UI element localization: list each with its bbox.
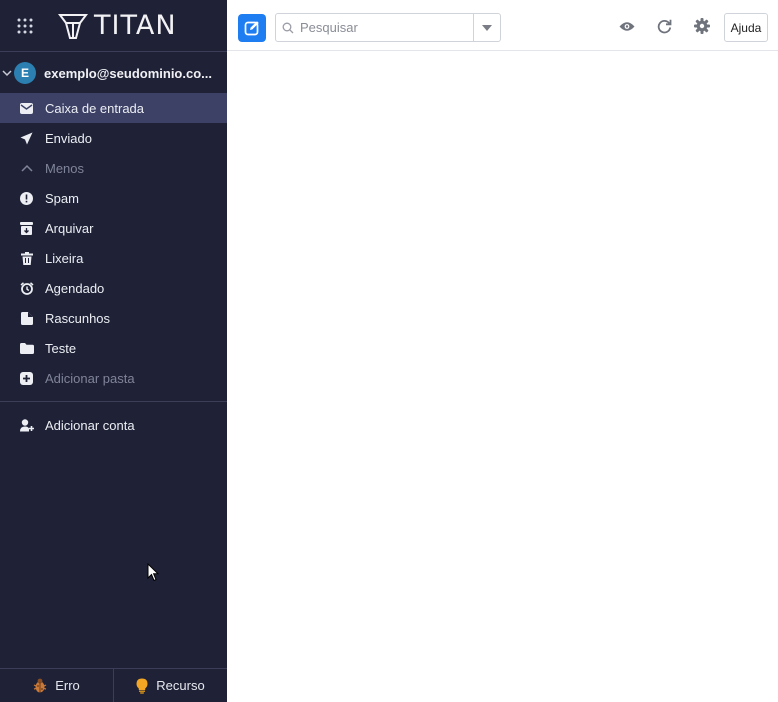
paper-plane-icon <box>19 131 34 146</box>
compose-button[interactable] <box>238 14 266 42</box>
folder-sent[interactable]: Enviado <box>0 123 227 153</box>
grid-icon <box>17 18 33 33</box>
sidebar-header: TITAN <box>0 0 227 52</box>
add-user-icon <box>19 418 34 432</box>
archive-icon <box>19 221 34 236</box>
folder-label: Lixeira <box>45 250 84 266</box>
folder-label: Menos <box>45 160 85 176</box>
caret-down-icon <box>482 24 492 31</box>
settings-button[interactable] <box>693 17 711 35</box>
folder-label: Caixa de entrada <box>45 100 145 116</box>
search-box[interactable] <box>275 13 501 42</box>
brand-name: TITAN <box>94 10 177 41</box>
chevron-down-icon <box>0 69 14 77</box>
help-button[interactable]: Ajuda <box>724 13 768 42</box>
draft-icon <box>19 311 34 326</box>
compose-icon <box>244 21 259 36</box>
folder-label: Teste <box>45 340 77 356</box>
add-folder-button[interactable]: Adicionar pasta <box>0 363 227 393</box>
plus-square-icon <box>19 371 34 386</box>
folder-trash[interactable]: Lixeira <box>0 243 227 273</box>
folder-spam[interactable]: Spam <box>0 183 227 213</box>
folder-label: Enviado <box>45 130 92 146</box>
folder-label: Rascunhos <box>45 310 111 326</box>
bug-icon <box>33 678 47 693</box>
add-account-label: Adicionar conta <box>45 417 135 433</box>
folder-toggle-less[interactable]: Menos <box>0 153 227 183</box>
folder-label: Arquivar <box>45 220 94 236</box>
refresh-button[interactable] <box>655 17 673 35</box>
avatar: E <box>14 62 36 84</box>
folder-label: Agendado <box>45 280 105 296</box>
envelope-icon <box>19 101 34 116</box>
account-switcher[interactable]: E exemplo@seudominio.co... <box>0 58 227 88</box>
folder-drafts[interactable]: Rascunhos <box>0 303 227 333</box>
eye-icon <box>619 21 635 31</box>
folder-archive[interactable]: Arquivar <box>0 213 227 243</box>
search-icon <box>276 22 300 34</box>
gear-icon <box>694 18 710 34</box>
search-input[interactable] <box>300 20 470 35</box>
alarm-clock-icon <box>19 281 34 296</box>
folder-list: Caixa de entrada Enviado Menos Spam Arqu… <box>0 93 227 393</box>
add-account-button[interactable]: Adicionar conta <box>0 410 227 440</box>
mouse-pointer-icon <box>147 563 159 582</box>
folder-label: Spam <box>45 190 79 206</box>
folder-icon <box>19 341 34 356</box>
sidebar-footer: Erro Recurso <box>0 668 227 702</box>
apps-grid-button[interactable] <box>0 0 50 52</box>
report-bug-label: Erro <box>55 678 80 693</box>
trash-icon <box>19 251 34 266</box>
folder-label: Adicionar pasta <box>45 370 135 386</box>
reading-pane-toggle[interactable] <box>618 17 636 35</box>
request-feature-label: Recurso <box>156 678 205 693</box>
titan-logo[interactable]: TITAN <box>58 10 177 41</box>
folder-inbox[interactable]: Caixa de entrada <box>0 93 227 123</box>
request-feature-button[interactable]: Recurso <box>113 669 227 702</box>
lightbulb-icon <box>136 678 148 694</box>
report-bug-button[interactable]: Erro <box>0 669 113 702</box>
search-options-button[interactable] <box>473 14 500 41</box>
titan-logo-icon <box>58 13 88 39</box>
account-email: exemplo@seudominio.co... <box>44 65 212 81</box>
main-content <box>227 52 778 702</box>
exclamation-circle-icon <box>19 191 34 206</box>
folder-teste[interactable]: Teste <box>0 333 227 363</box>
folder-scheduled[interactable]: Agendado <box>0 273 227 303</box>
refresh-icon <box>657 19 671 33</box>
chevron-up-icon <box>19 161 34 176</box>
sidebar: TITAN E exemplo@seudominio.co... Caixa d… <box>0 0 227 702</box>
topbar: Ajuda <box>227 0 778 51</box>
sidebar-divider <box>0 401 227 402</box>
